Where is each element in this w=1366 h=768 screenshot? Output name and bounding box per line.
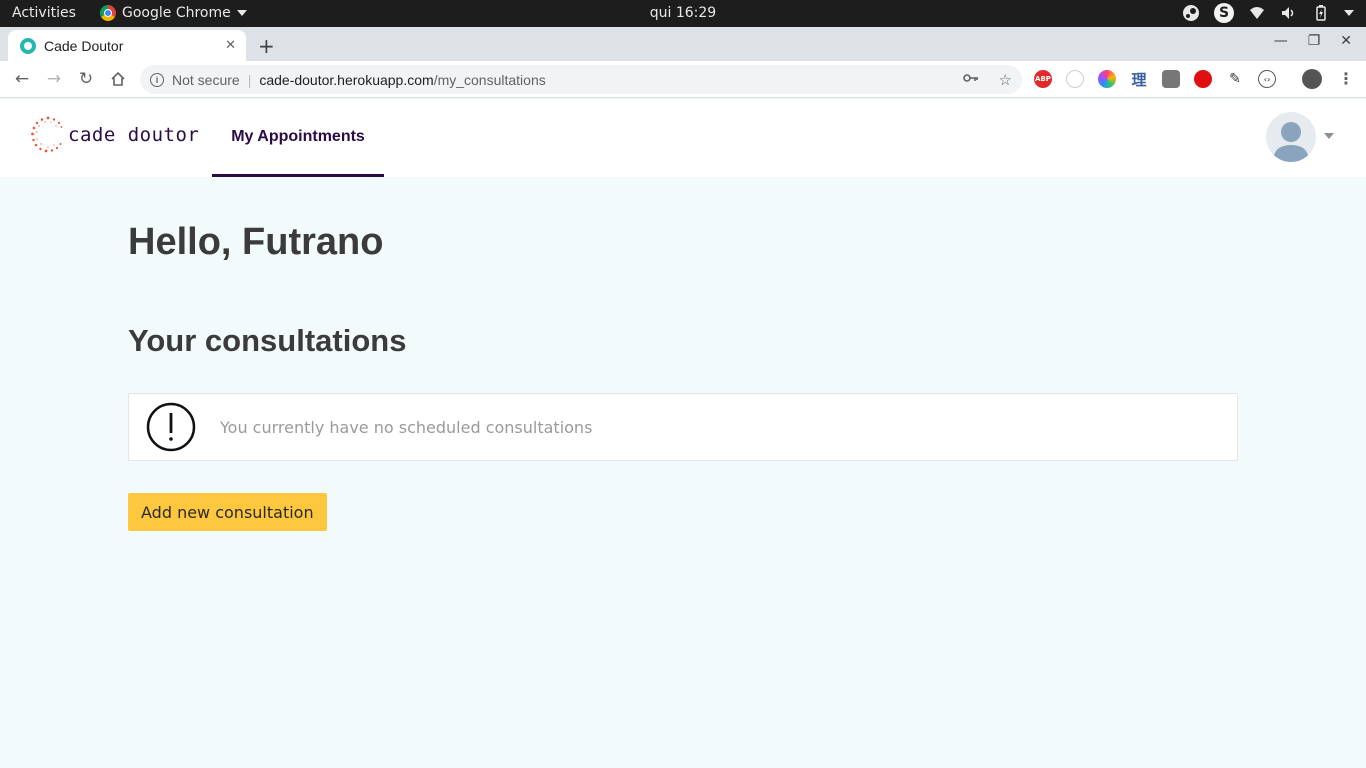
system-menu-chevron-icon[interactable] [1344,10,1354,16]
eyedropper-extension-icon[interactable]: ✎ [1226,70,1244,88]
omnibox-actions: ☆ [962,71,1012,89]
qr-extension-icon[interactable] [1162,70,1180,88]
url-host: cade-doutor.herokuapp.com [259,71,434,88]
alert-icon [146,402,196,452]
app-header: cade doutor My Appointments [0,99,1366,177]
greeting-heading: Hello, Futrano [128,221,384,263]
close-window-icon[interactable]: ✕ [1340,33,1352,49]
tab-close-icon[interactable]: ✕ [225,38,236,53]
app-menu[interactable]: Google Chrome [100,5,247,21]
brand-logo[interactable]: cade doutor [30,115,199,155]
red-hand-extension-icon[interactable] [1194,70,1212,88]
chrome-menu-icon[interactable]: ⋮ [1338,69,1354,88]
security-label[interactable]: Not secure [172,72,240,88]
kanji-extension-icon[interactable]: 理 [1130,70,1148,89]
adblock-plus-icon[interactable]: ABP [1034,70,1052,88]
window-controls: — ❐ ✕ [1274,33,1352,49]
chevron-down-icon [236,10,247,16]
color-picker-extension-icon[interactable] [1098,70,1116,88]
forward-icon[interactable]: → [44,69,64,89]
user-menu-chevron-icon[interactable] [1324,133,1334,139]
key-icon[interactable] [962,71,979,89]
brand-name: cade doutor [68,124,200,146]
activities-button[interactable]: Activities [12,5,76,21]
user-avatar[interactable] [1266,112,1316,162]
code-extension-icon[interactable]: ‹› [1258,70,1276,88]
info-icon[interactable]: i [150,72,164,87]
skype-icon[interactable]: S [1214,3,1234,23]
logo-dots-icon [31,116,63,153]
profile-avatar[interactable] [1302,69,1322,89]
add-consultation-button[interactable]: Add new consultation [128,493,327,531]
empty-consultations-card: You currently have no scheduled consulta… [128,393,1238,461]
os-top-bar: Activities Google Chrome qui 16:29 S [0,0,1366,27]
empty-message: You currently have no scheduled consulta… [220,417,593,437]
nav-my-appointments[interactable]: My Appointments [212,99,384,177]
new-tab-button[interactable]: + [258,34,275,58]
wifi-icon[interactable] [1248,4,1266,22]
browser-toolbar: ← → ↻ i Not secure | cade-doutor.herokua… [0,61,1366,98]
tab-title: Cade Doutor [44,37,124,54]
volume-icon[interactable] [1280,4,1298,22]
timer-extension-icon[interactable] [1066,70,1084,88]
omnibox-separator: | [247,71,252,88]
reload-icon[interactable]: ↻ [76,69,96,89]
home-icon[interactable] [108,69,128,89]
user-silhouette-icon [1273,122,1309,162]
battery-icon[interactable] [1312,4,1330,22]
bookmark-star-icon[interactable]: ☆ [999,71,1012,89]
steam-icon[interactable] [1182,4,1200,22]
tab-cade-doutor[interactable]: Cade Doutor ✕ [8,30,246,61]
back-icon[interactable]: ← [12,69,32,89]
address-bar[interactable]: i Not secure | cade-doutor.herokuapp.com… [140,65,1022,94]
url-path: /my_consultations [433,71,546,88]
system-tray[interactable]: S [1182,3,1354,23]
extensions-bar: ABP 理 ✎ ‹› [1034,70,1276,89]
minimize-icon[interactable]: — [1274,33,1288,49]
app-menu-label: Google Chrome [122,5,231,21]
tab-strip: Cade Doutor ✕ + — ❐ ✕ [0,27,1366,61]
restore-icon[interactable]: ❐ [1308,33,1321,49]
consultations-heading: Your consultations [128,323,407,358]
chrome-icon [100,5,116,21]
site-favicon-icon [20,37,36,54]
